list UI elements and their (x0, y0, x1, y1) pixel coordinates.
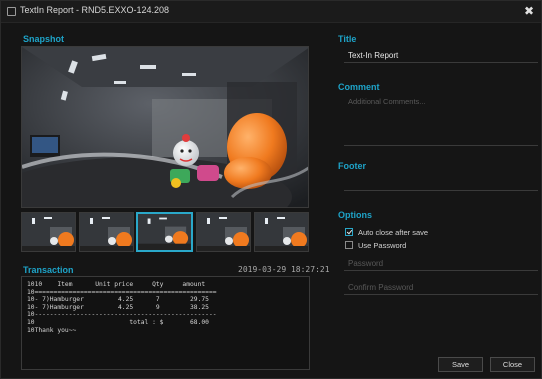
title-input[interactable] (344, 48, 538, 63)
thumbnail-image (138, 214, 191, 250)
use-password-checkbox[interactable] (345, 241, 353, 249)
comment-textarea[interactable] (344, 94, 538, 146)
footer-input[interactable] (344, 175, 538, 191)
window-title: TextIn Report - RND5.EXXO-124.208 (20, 5, 170, 15)
transaction-timestamp: 2019-03-29 18:27:21 (238, 265, 330, 274)
snapshot-image (21, 46, 309, 208)
snapshot-thumbnail-selected[interactable] (136, 212, 193, 252)
title-heading: Title (338, 34, 357, 44)
auto-close-option[interactable]: Auto close after save (345, 227, 428, 237)
close-icon[interactable]: ✖ (524, 3, 534, 19)
use-password-option[interactable]: Use Password (345, 240, 406, 250)
thumbnail-image (80, 213, 133, 251)
thumbnail-image (255, 213, 308, 251)
receipt-text: 1010 Item Unit price Qty amount 10======… (27, 281, 217, 334)
snapshot-scene (22, 47, 308, 207)
snapshot-thumbnail[interactable] (196, 212, 251, 252)
snapshot-thumbnail[interactable] (79, 212, 134, 252)
snapshot-heading: Snapshot (23, 34, 65, 44)
text-in-report-window: TextIn Report - RND5.EXXO-124.208 ✖ Snap… (0, 0, 542, 379)
snapshot-thumbnail-strip (21, 212, 309, 252)
snapshot-thumbnail[interactable] (21, 212, 76, 252)
password-input[interactable] (344, 256, 538, 271)
footer-heading: Footer (338, 161, 366, 171)
transaction-heading: Transaction (23, 265, 74, 275)
title-bar[interactable]: TextIn Report - RND5.EXXO-124.208 ✖ (1, 1, 541, 23)
use-password-label: Use Password (358, 240, 407, 250)
window-app-icon (7, 7, 16, 16)
thumbnail-image (197, 213, 250, 251)
close-button[interactable]: Close (490, 357, 535, 372)
auto-close-checkbox[interactable] (345, 228, 353, 236)
options-heading: Options (338, 210, 372, 220)
transaction-receipt[interactable]: 1010 Item Unit price Qty amount 10======… (21, 276, 310, 370)
thumbnail-image (22, 213, 75, 251)
snapshot-thumbnail[interactable] (254, 212, 309, 252)
auto-close-label: Auto close after save (358, 227, 429, 237)
comment-heading: Comment (338, 82, 380, 92)
save-button[interactable]: Save (438, 357, 483, 372)
confirm-password-input[interactable] (344, 280, 538, 295)
